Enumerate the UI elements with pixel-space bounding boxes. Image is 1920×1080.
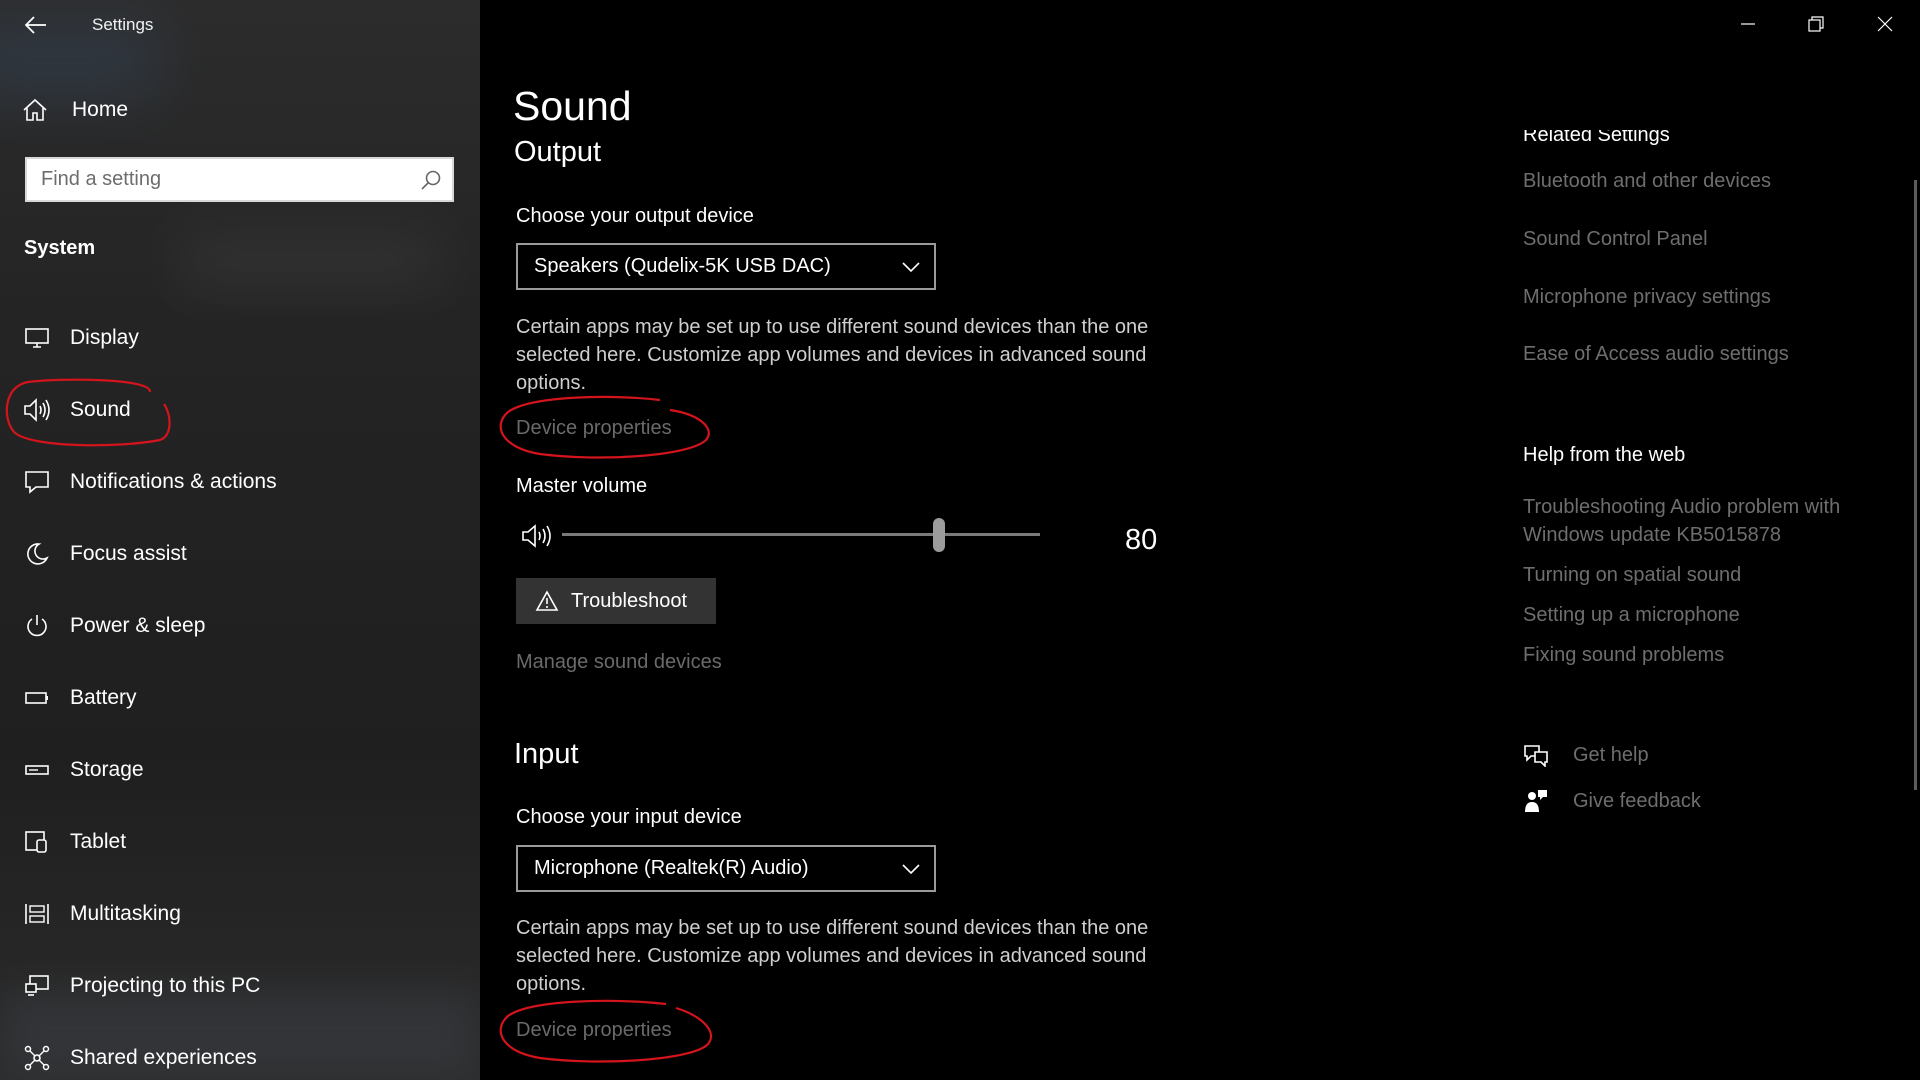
input-device-label: Choose your input device bbox=[516, 806, 742, 828]
page-title: Sound bbox=[513, 83, 632, 129]
sidebar-item-label: Sound bbox=[70, 398, 131, 421]
projecting-icon bbox=[25, 975, 49, 996]
sidebar-item-label: Tablet bbox=[70, 830, 127, 853]
input-description: Certain apps may be set up to use differ… bbox=[516, 917, 1149, 995]
sidebar-item-storage[interactable]: Storage bbox=[0, 742, 480, 798]
troubleshoot-button[interactable]: Troubleshoot bbox=[516, 578, 716, 624]
battery-icon bbox=[25, 692, 48, 704]
master-volume-label: Master volume bbox=[516, 475, 648, 497]
sidebar-item-focus-assist[interactable]: Focus assist bbox=[0, 526, 480, 582]
input-device-properties-link[interactable]: Device properties bbox=[516, 1019, 672, 1042]
restore-button[interactable] bbox=[1782, 0, 1850, 48]
sidebar-item-label: Display bbox=[70, 326, 139, 349]
back-arrow-icon bbox=[25, 16, 46, 34]
related-link-sound-control-panel[interactable]: Sound Control Panel bbox=[1523, 225, 1708, 253]
multitasking-icon bbox=[25, 904, 49, 924]
notification-icon bbox=[25, 471, 49, 494]
related-link-ease-of-access-audio[interactable]: Ease of Access audio settings bbox=[1523, 340, 1789, 368]
sidebar-item-projecting[interactable]: Projecting to this PC bbox=[0, 958, 480, 1014]
sidebar: Settings Home System Display Sound Notif… bbox=[0, 0, 480, 1080]
power-icon bbox=[27, 615, 47, 637]
related-link-bluetooth[interactable]: Bluetooth and other devices bbox=[1523, 167, 1771, 195]
output-description: Certain apps may be set up to use differ… bbox=[516, 316, 1149, 394]
volume-speaker-icon[interactable] bbox=[520, 522, 554, 550]
warning-icon bbox=[535, 590, 559, 611]
sidebar-item-power-sleep[interactable]: Power & sleep bbox=[0, 598, 480, 654]
section-label-system: System bbox=[24, 237, 96, 259]
sidebar-item-label: Power & sleep bbox=[70, 614, 206, 637]
sidebar-item-label: Multitasking bbox=[70, 902, 181, 925]
master-volume-slider-thumb[interactable] bbox=[933, 518, 945, 552]
master-volume-value: 80 bbox=[1125, 524, 1158, 556]
home-icon bbox=[23, 98, 47, 121]
close-icon bbox=[1877, 16, 1893, 32]
help-link-spatial-sound[interactable]: Turning on spatial sound bbox=[1523, 561, 1741, 589]
app-title: Settings bbox=[92, 15, 154, 34]
tablet-icon bbox=[25, 831, 47, 853]
give-feedback-link[interactable]: Give feedback bbox=[1523, 786, 1701, 816]
input-device-value: Microphone (Realtek(R) Audio) bbox=[534, 857, 809, 879]
output-heading: Output bbox=[514, 136, 602, 168]
master-volume-slider-track[interactable] bbox=[562, 533, 1040, 536]
get-help-icon bbox=[1524, 745, 1548, 767]
output-device-label: Choose your output device bbox=[516, 205, 754, 227]
minimize-button[interactable] bbox=[1714, 0, 1782, 48]
sidebar-item-label: Shared experiences bbox=[70, 1046, 257, 1069]
output-device-dropdown[interactable]: Speakers (Qudelix-5K USB DAC) bbox=[516, 243, 936, 290]
back-button[interactable] bbox=[18, 8, 54, 42]
sidebar-item-multitasking[interactable]: Multitasking bbox=[0, 886, 480, 942]
sidebar-item-tablet[interactable]: Tablet bbox=[0, 814, 480, 870]
search-box[interactable] bbox=[25, 157, 454, 202]
close-button[interactable] bbox=[1851, 0, 1919, 48]
chevron-down-icon bbox=[902, 863, 920, 874]
minimize-icon bbox=[1741, 23, 1755, 25]
sidebar-item-label: Storage bbox=[70, 758, 144, 781]
sidebar-item-notifications[interactable]: Notifications & actions bbox=[0, 454, 480, 510]
search-icon[interactable] bbox=[420, 169, 442, 191]
help-link-fixing-sound[interactable]: Fixing sound problems bbox=[1523, 641, 1724, 669]
storage-icon bbox=[25, 765, 49, 775]
sidebar-item-label: Battery bbox=[70, 686, 137, 709]
related-settings-heading: Related Settings bbox=[1523, 130, 1670, 146]
related-link-microphone-privacy[interactable]: Microphone privacy settings bbox=[1523, 283, 1771, 311]
sidebar-item-home[interactable]: Home bbox=[22, 92, 128, 128]
sidebar-item-shared-experiences[interactable]: Shared experiences bbox=[0, 1030, 480, 1080]
get-help-label: Get help bbox=[1573, 743, 1649, 766]
sidebar-item-battery[interactable]: Battery bbox=[0, 670, 480, 726]
search-input[interactable] bbox=[27, 159, 421, 200]
get-help-link[interactable]: Get help bbox=[1523, 740, 1649, 770]
sidebar-item-label: Notifications & actions bbox=[70, 470, 277, 493]
chevron-down-icon bbox=[902, 261, 920, 272]
manage-sound-devices-link[interactable]: Manage sound devices bbox=[516, 651, 722, 674]
input-heading: Input bbox=[514, 738, 579, 770]
restore-icon bbox=[1808, 16, 1824, 32]
help-from-web-heading: Help from the web bbox=[1523, 444, 1686, 466]
sidebar-item-display[interactable]: Display bbox=[0, 310, 480, 366]
title-bar: Settings bbox=[0, 0, 480, 50]
output-device-properties-link[interactable]: Device properties bbox=[516, 417, 672, 440]
help-link-microphone[interactable]: Setting up a microphone bbox=[1523, 601, 1740, 629]
speaker-icon bbox=[24, 398, 50, 422]
sidebar-item-label: Projecting to this PC bbox=[70, 974, 261, 997]
troubleshoot-label: Troubleshoot bbox=[571, 589, 687, 612]
monitor-icon bbox=[25, 328, 49, 348]
help-link-kb5015878[interactable]: Troubleshooting Audio problem with Windo… bbox=[1523, 493, 1903, 549]
feedback-icon bbox=[1525, 790, 1547, 812]
sidebar-item-sound[interactable]: Sound bbox=[0, 382, 480, 438]
scrollbar[interactable] bbox=[1914, 180, 1917, 790]
give-feedback-label: Give feedback bbox=[1573, 789, 1701, 812]
input-device-dropdown[interactable]: Microphone (Realtek(R) Audio) bbox=[516, 845, 936, 892]
sidebar-item-label: Home bbox=[72, 98, 129, 121]
shared-icon bbox=[24, 1045, 50, 1071]
output-device-value: Speakers (Qudelix-5K USB DAC) bbox=[534, 255, 831, 277]
moon-icon bbox=[27, 543, 49, 565]
sidebar-item-label: Focus assist bbox=[70, 542, 187, 565]
